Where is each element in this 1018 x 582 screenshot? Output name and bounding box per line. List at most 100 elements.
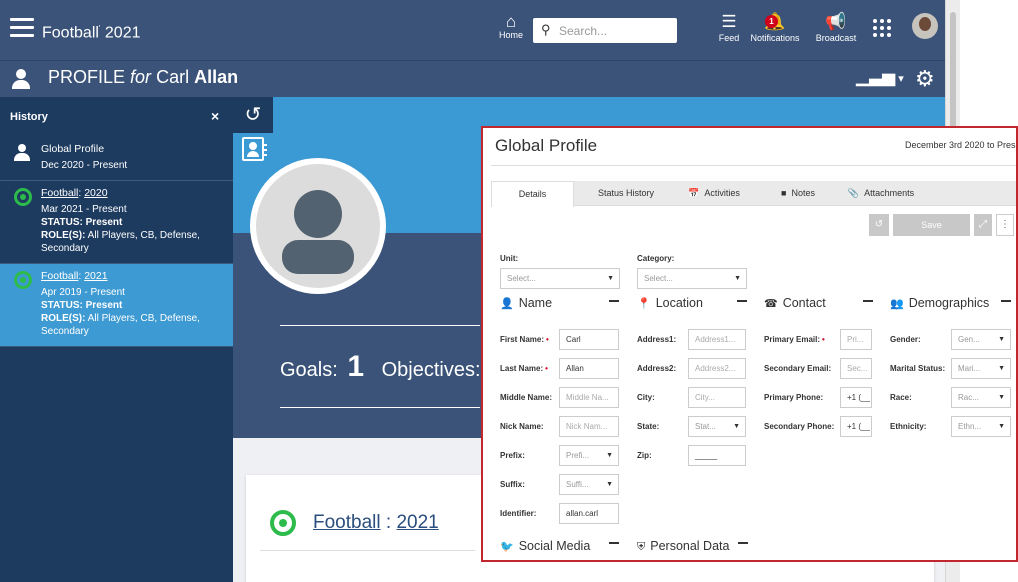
history-item-football-2020[interactable]: Football: 2020 Mar 2021 - Present STATUS…	[0, 181, 233, 264]
history-item-year-link[interactable]: 2021	[84, 270, 107, 282]
zip-input[interactable]: _____	[688, 445, 746, 466]
app-title-name: Football	[42, 24, 99, 42]
unit-label: Unit:	[500, 254, 519, 263]
secondary-email-input[interactable]: Sec...	[840, 358, 872, 379]
gender-select[interactable]: Gen... ▼	[951, 329, 1011, 350]
unit-placeholder: Select...	[507, 274, 536, 283]
collapse-icon[interactable]	[863, 300, 873, 302]
state-select[interactable]: Stat... ▼	[688, 416, 746, 437]
address1-input[interactable]: Address1...	[688, 329, 746, 350]
gear-icon[interactable]: ⚙	[915, 66, 935, 92]
more-options-icon[interactable]: ⋮	[996, 214, 1014, 236]
profile-first-name: Carl	[156, 67, 190, 87]
megaphone-icon: 📢	[825, 12, 847, 31]
primary-phone-input[interactable]: +1 (__	[840, 387, 872, 408]
section-title: Name	[518, 296, 553, 310]
tab-status-history[interactable]: Status History	[583, 181, 669, 206]
middle-name-input[interactable]: Middle Na...	[559, 387, 619, 408]
feed-button[interactable]: ☰ Feed	[717, 13, 741, 44]
identifier-label: Identifier:	[500, 509, 537, 518]
divider	[260, 550, 475, 551]
address1-label: Address1:	[637, 335, 677, 344]
field-label: Last Name:	[500, 364, 544, 373]
suffix-select[interactable]: Suffi... ▼	[559, 474, 619, 495]
history-item-link[interactable]: Football	[41, 187, 78, 199]
program-year-link[interactable]: 2021	[396, 512, 438, 533]
status-label: STATUS:	[41, 217, 83, 228]
section-title: Location	[655, 296, 703, 310]
history-toggle-icon[interactable]: ↺	[233, 97, 273, 133]
section-location: 📍 Location	[637, 296, 703, 310]
apps-grid-icon[interactable]	[873, 19, 893, 39]
primary-email-input[interactable]: Pri...	[840, 329, 872, 350]
program-card-title[interactable]: Football : 2021	[313, 512, 439, 534]
search-input[interactable]	[559, 21, 669, 40]
identifier-input[interactable]: allan.carl	[559, 503, 619, 524]
category-select[interactable]: Select... ▼	[637, 268, 747, 289]
city-input[interactable]: City...	[688, 387, 746, 408]
prefix-select[interactable]: Prefi... ▼	[559, 445, 619, 466]
history-item-global-profile[interactable]: Global Profile Dec 2020 - Present	[0, 137, 233, 181]
ethnicity-label: Ethnicity:	[890, 422, 927, 431]
marital-status-select[interactable]: Mari... ▼	[951, 358, 1011, 379]
person-icon	[12, 69, 30, 89]
tab-attachments[interactable]: 📎 Attachments	[835, 181, 927, 206]
ethnicity-select[interactable]: Ethn... ▼	[951, 416, 1011, 437]
bar-chart-icon: ▁▃▅	[856, 67, 896, 86]
tab-activities[interactable]: 📅 Activities	[669, 181, 759, 206]
unit-select[interactable]: Select... ▼	[500, 268, 620, 289]
required-marker: •	[545, 364, 548, 373]
last-name-input[interactable]: Allan	[559, 358, 619, 379]
caret-down-icon: ▼	[733, 423, 740, 430]
race-select[interactable]: Rac... ▼	[951, 387, 1011, 408]
history-item-football-2021[interactable]: Football: 2021 Apr 2019 - Present STATUS…	[0, 264, 233, 347]
chevron-down-icon: ▾	[898, 73, 904, 85]
tab-label: Status History	[597, 188, 655, 198]
nick-name-input[interactable]: Nick Nam...	[559, 416, 619, 437]
history-item-year-link[interactable]: 2020	[84, 187, 107, 199]
menu-icon[interactable]	[10, 18, 34, 38]
address2-input[interactable]: Address2...	[688, 358, 746, 379]
first-name-input[interactable]: Carl	[559, 329, 619, 350]
caret-down-icon: ▼	[606, 481, 613, 488]
status-label: STATUS:	[41, 300, 83, 311]
expand-icon[interactable]: ⤢	[974, 214, 992, 236]
undo-icon[interactable]: ↺	[869, 214, 889, 236]
user-avatar[interactable]	[912, 13, 938, 39]
contact-card-icon[interactable]	[242, 137, 267, 161]
person-icon: 👤	[500, 298, 514, 310]
tab-notes[interactable]: ■ Notes	[763, 181, 833, 206]
notifications-button[interactable]: 🔔 1 Notifications	[746, 13, 804, 44]
nick-name-label: Nick Name:	[500, 422, 544, 431]
tab-label: Notes	[791, 188, 815, 198]
close-icon[interactable]: ×	[211, 108, 219, 124]
home-label: Home	[498, 30, 523, 40]
roles-value-cont: Secondary	[41, 326, 89, 337]
collapse-icon[interactable]	[738, 542, 748, 544]
profile-header: PROFILE for Carl Allan ▁▃▅ ▾ ⚙	[0, 60, 945, 97]
tab-details[interactable]: Details	[491, 181, 574, 207]
home-button[interactable]: ⌂ Home	[496, 13, 526, 40]
section-title: Personal Data	[650, 539, 730, 553]
program-link[interactable]: Football	[313, 512, 381, 533]
roles-label: ROLE(S):	[41, 230, 86, 241]
collapse-icon[interactable]	[609, 300, 619, 302]
marital-status-label: Marital Status:	[890, 364, 946, 373]
collapse-icon[interactable]	[609, 542, 619, 544]
broadcast-button[interactable]: 📢 Broadcast	[814, 12, 858, 44]
secondary-phone-input[interactable]: +1 (__	[840, 416, 872, 437]
app-title[interactable]: Football' 2021	[42, 24, 141, 42]
section-title: Contact	[782, 296, 826, 310]
save-button[interactable]: Save	[893, 214, 970, 236]
chart-dropdown-button[interactable]: ▁▃▅ ▾	[856, 67, 904, 87]
divider	[280, 325, 480, 326]
collapse-icon[interactable]	[737, 300, 747, 302]
collapse-icon[interactable]	[1001, 300, 1011, 302]
roles-value: All Players, CB, Defense,	[85, 313, 200, 324]
history-item-link[interactable]: Football	[41, 270, 78, 282]
prefix-label: Prefix:	[500, 451, 525, 460]
profile-title: PROFILE for Carl Allan	[48, 67, 238, 88]
tab-label: Attachments	[864, 188, 915, 198]
app-title-mark: '	[98, 24, 101, 33]
feed-label: Feed	[718, 33, 740, 43]
